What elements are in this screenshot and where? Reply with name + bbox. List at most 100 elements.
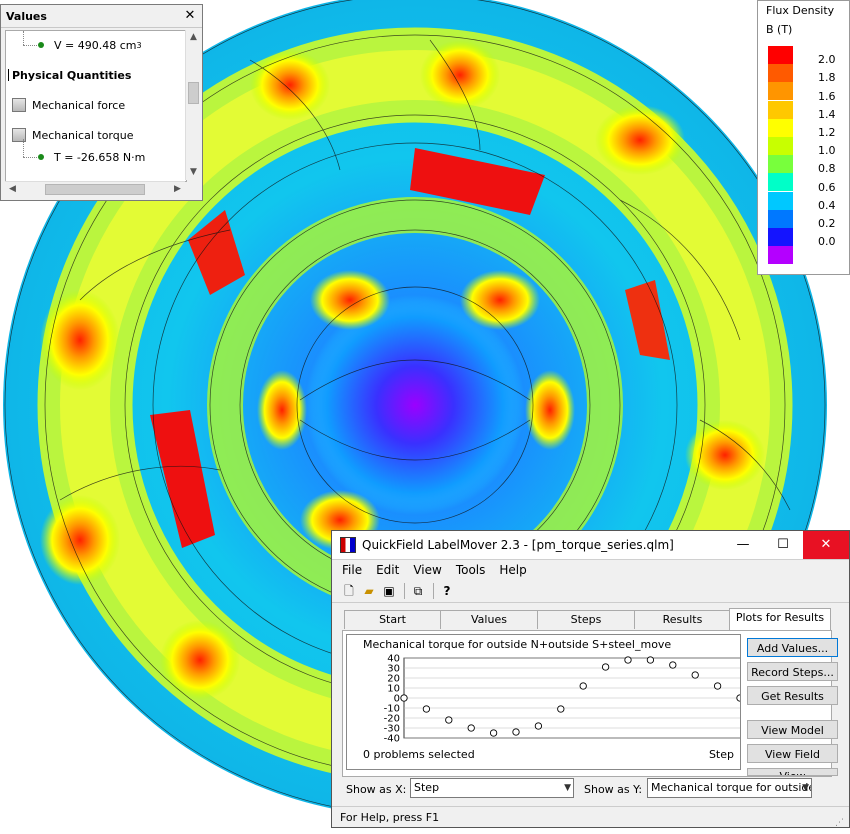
plot-data-point [557,705,565,713]
legend-swatch [768,46,793,64]
view-field-button[interactable]: View Field [747,744,838,763]
tab-results[interactable]: Results [634,610,731,629]
legend-level-label: 0.4 [818,198,836,212]
section-label: Physical Quantities [12,68,132,82]
legend-swatch [768,100,793,119]
minimize-icon[interactable]: — [723,531,763,559]
open-folder-icon[interactable]: ▰ [360,582,378,600]
help-icon[interactable]: ? [438,582,456,600]
value-dot-icon [38,42,44,48]
legend-swatch [768,118,793,137]
plot-data-point [669,661,677,669]
save-icon[interactable]: ▣ [380,582,398,600]
menu-edit[interactable]: Edit [376,563,399,577]
resize-grip-icon[interactable]: ⋰ [835,813,847,828]
values-close-icon[interactable]: ✕ [182,8,198,24]
menu-bar: File Edit View Tools Help [332,560,849,580]
plot-data-point [489,729,498,737]
plots-panel: 40 30 20 10 0 -10 -20 -30 -40 Mechanical torque … [342,630,838,777]
record-steps-button[interactable]: Record Steps... [747,662,838,681]
torque-value: T = -26.658 N·m [54,150,146,164]
plot-data-point [646,656,655,664]
copy-icon[interactable]: ⧉ [409,582,427,600]
values-window-title: Values [1,5,202,28]
legend-swatch [768,82,793,101]
tab-steps[interactable]: Steps [537,610,635,629]
plot-status: 0 problems selected [363,748,475,761]
menu-help[interactable]: Help [499,563,526,577]
plot-data-point [400,694,408,702]
tree-item-torque-value[interactable]: T = -26.658 N·m [38,147,145,167]
scroll-right-icon[interactable]: ▶ [170,182,185,197]
legend-title: Flux Density [766,4,835,17]
menu-tools[interactable]: Tools [456,563,486,577]
menu-view[interactable]: View [413,563,441,577]
values-tree[interactable]: V = 490.48 cm 3 Physical Quantities Mecha… [5,30,187,182]
legend-swatch [768,246,793,265]
get-results-button[interactable]: Get Results [747,686,838,705]
tree-item-volume[interactable]: V = 490.48 cm 3 [38,35,142,55]
plot-data-point [534,722,543,730]
plot-data-point [445,716,453,724]
status-text: For Help, press F1 [340,811,440,824]
legend-swatch [768,64,793,83]
flux-density-legend: Flux Density B (T) 2.0 1.8 1.6 1.4 1.2 1.0 0.8… [757,0,850,275]
axis-selectors: Show as X: Step ▼ Show as Y: Mechanical … [342,778,832,802]
tree-item-mechanical-force[interactable]: Mechanical force [12,95,125,115]
legend-level-label: 0.0 [818,235,836,249]
item-label: Mechanical torque [32,128,134,142]
tree-section-physical-quantities[interactable]: Physical Quantities [8,65,131,85]
toolbar-separator [404,583,405,599]
toolbar-separator [433,583,434,599]
legend-unit: B (T) [766,23,793,36]
status-bar: For Help, press F1 ⋰ [332,806,849,828]
tree-item-mechanical-torque[interactable]: Mechanical torque [12,125,133,145]
show-y-select[interactable]: Mechanical torque for outside ▼ [647,778,812,798]
close-icon[interactable]: ✕ [803,531,849,559]
show-y-label: Show as Y: [584,783,643,796]
show-x-value: Step [414,781,440,794]
item-label: Mechanical force [32,98,126,112]
plot-x-label: Step [708,748,734,761]
add-values-button[interactable]: Add Values... [747,638,838,657]
new-file-icon[interactable]: 🗋 [340,582,358,600]
scroll-left-icon[interactable]: ◀ [5,182,20,197]
maximize-icon[interactable]: ☐ [763,531,803,559]
legend-level-label: 2.0 [818,53,836,67]
plot-data-point [713,682,722,690]
plot-y-tick-label: -40 [384,734,400,745]
scroll-up-icon[interactable]: ▲ [186,30,201,45]
values-vertical-scrollbar[interactable]: ▲ ▼ [185,30,201,180]
view-contours-button[interactable]: View Contours... [747,768,838,776]
quantity-node-icon [12,98,26,112]
labelmover-window[interactable]: QuickField LabelMover 2.3 - [pm_torque_s… [331,530,850,828]
values-horizontal-scrollbar[interactable]: ◀ ▶ [5,181,185,197]
view-model-button[interactable]: View Model [747,720,838,739]
plot-title: Mechanical torque for outside N+outside … [363,638,672,651]
show-y-value: Mechanical torque for outside [651,781,812,794]
values-window[interactable]: Values ✕ V = 490.48 cm 3 Physical Quantit… [0,4,203,201]
legend-level-label: 1.6 [818,89,836,103]
legend-level-label: 0.2 [818,217,836,231]
legend-swatch [768,209,793,228]
scroll-thumb[interactable] [45,184,145,195]
chevron-down-icon[interactable]: ▼ [802,779,809,797]
show-x-select[interactable]: Step ▼ [410,778,574,798]
plot-data-point [467,724,475,732]
torque-plot[interactable]: 40 30 20 10 0 -10 -20 -30 -40 Mechanical torque … [346,634,741,770]
toolbar: 🗋 ▰ ▣ ⧉ ? [332,580,849,603]
plot-data-point [624,656,632,664]
menu-file[interactable]: File [342,563,362,577]
tab-values[interactable]: Values [440,610,538,629]
plot-data-point [422,705,431,713]
tab-plots-for-results[interactable]: Plots for Results [729,608,831,630]
labelmover-titlebar[interactable]: QuickField LabelMover 2.3 - [pm_torque_s… [332,531,849,560]
tab-start[interactable]: Start [344,610,441,629]
scroll-thumb[interactable] [188,82,199,104]
scroll-down-icon[interactable]: ▼ [186,165,201,180]
legend-level-label: 1.8 [818,71,836,85]
legend-level-label: 0.6 [818,180,836,194]
plot-data-point [691,671,699,679]
chevron-down-icon[interactable]: ▼ [564,779,571,797]
volume-unit-exponent: 3 [136,40,142,50]
